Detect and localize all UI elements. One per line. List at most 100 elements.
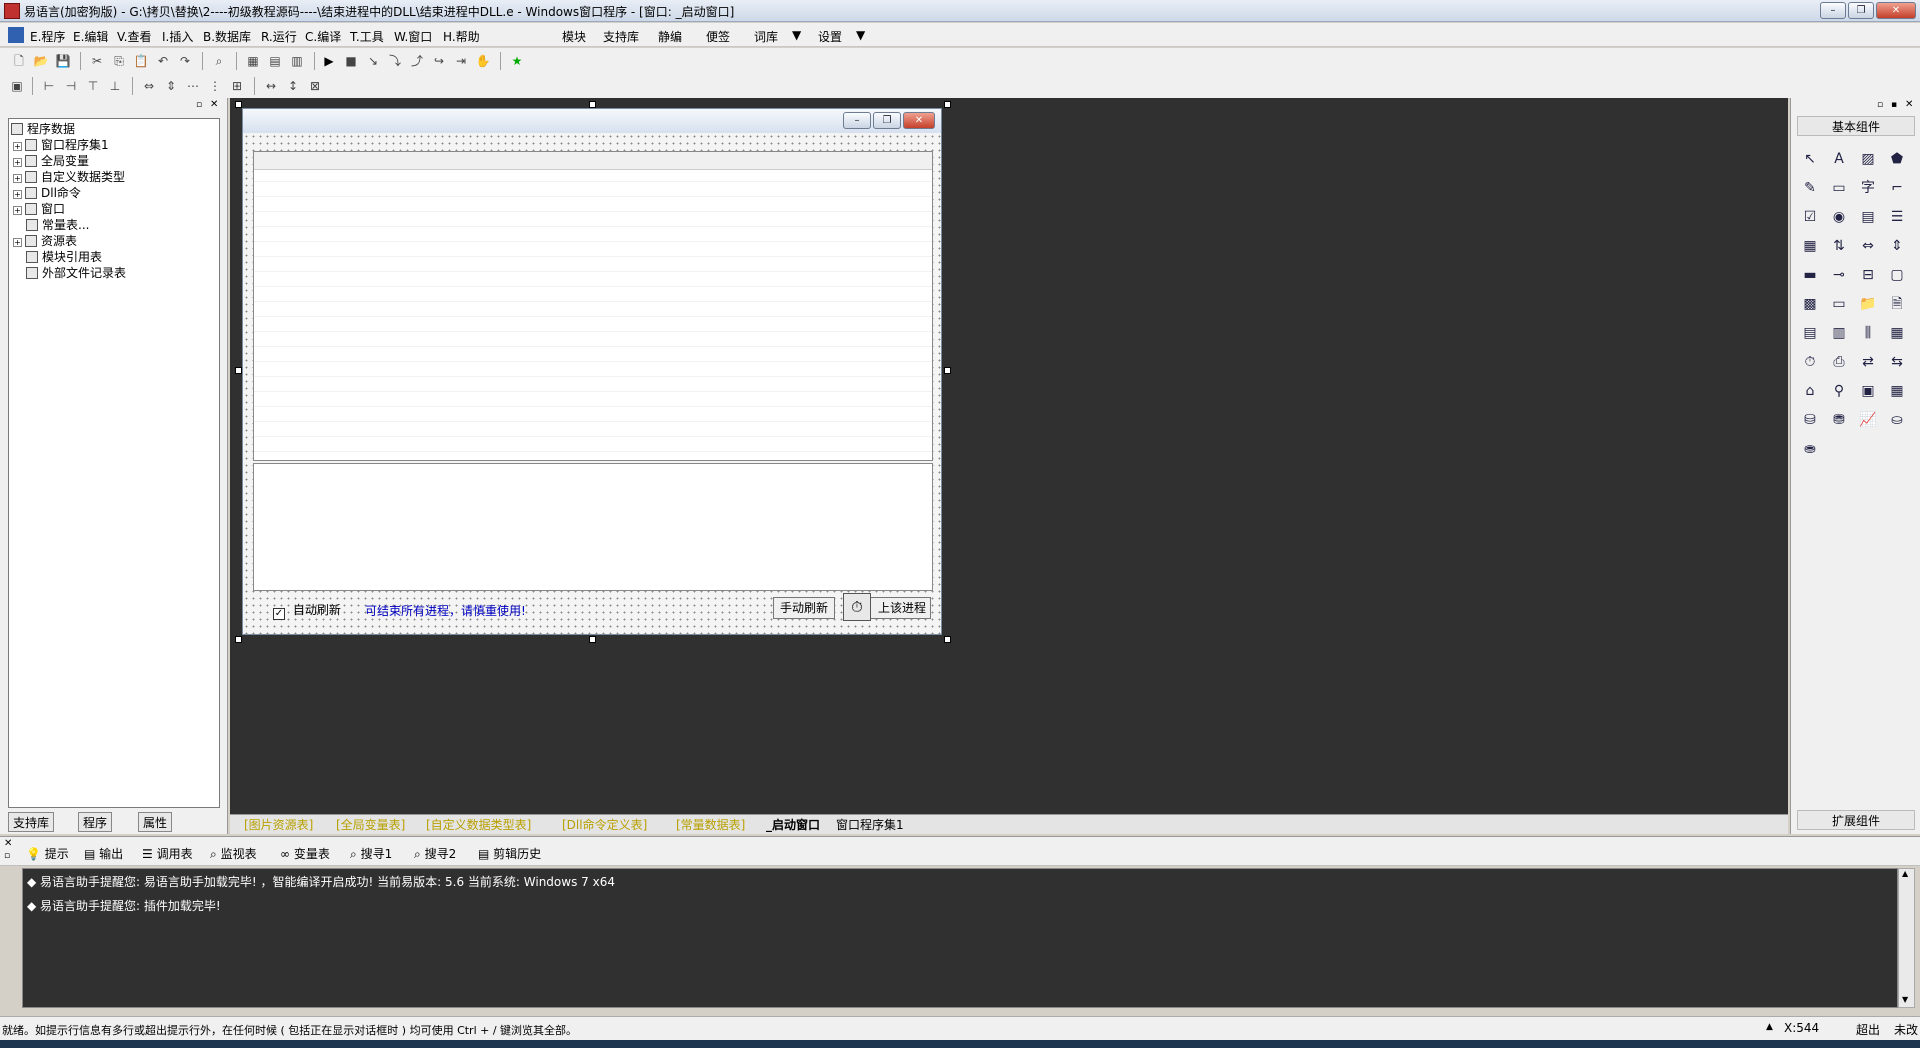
center-v-icon[interactable]: ⇕	[162, 77, 180, 95]
resize-handle[interactable]	[235, 101, 242, 108]
tab-program[interactable]: 程序	[78, 812, 113, 832]
menu-support-lib[interactable]: 支持库	[603, 28, 639, 45]
panel-restore-icon[interactable]: ▫	[196, 100, 202, 110]
menu-help[interactable]: H.帮助	[443, 28, 480, 45]
close-button[interactable]: ✕	[1876, 2, 1916, 19]
tab-custom-types[interactable]: [自定义数据类型表]	[426, 817, 531, 834]
menu-view[interactable]: V.查看	[117, 28, 151, 45]
combobox-icon[interactable]: ▤	[1857, 206, 1879, 228]
auto-refresh-checkbox[interactable]: ✓ 自动刷新	[273, 601, 341, 620]
thesaurus-dropdown-icon[interactable]: ▼	[792, 28, 801, 42]
checkbox-check-icon[interactable]: ✓	[273, 608, 285, 620]
tree-item[interactable]: + 窗口程序集1	[13, 137, 109, 153]
tree-item[interactable]: + Dll命令	[13, 185, 81, 201]
slider-icon[interactable]: ⊸	[1828, 264, 1850, 286]
extended-components-header[interactable]: 扩展组件	[1797, 810, 1915, 830]
layout2-icon[interactable]: ▤	[266, 52, 284, 70]
shape-icon[interactable]: ⬟	[1886, 148, 1908, 170]
tab-search2[interactable]: ⌕ 搜寻2	[414, 845, 456, 862]
resize-handle[interactable]	[944, 101, 951, 108]
tab-support-lib[interactable]: 支持库	[8, 812, 55, 832]
panel-restore-icon[interactable]: ▪	[1891, 100, 1897, 110]
output-scrollbar[interactable]: ▲ ▼	[1898, 868, 1915, 1008]
menu-static-compile[interactable]: 静编	[658, 28, 682, 45]
resize-handle[interactable]	[944, 367, 951, 374]
pointer-icon[interactable]: ↖	[1799, 148, 1821, 170]
step-out-icon[interactable]: ⤴	[408, 52, 426, 70]
menu-program[interactable]: E.程序	[30, 28, 65, 45]
undo-icon[interactable]: ↶	[154, 52, 172, 70]
output-pane[interactable]: ◆ 易语言助手提醒您: 易语言助手加载完毕! ，智能编译开启成功! 当前易版本:…	[22, 868, 1898, 1008]
menu-insert[interactable]: I.插入	[162, 28, 193, 45]
line-icon[interactable]: ⌐	[1886, 177, 1908, 199]
tree-item[interactable]: 外部文件记录表	[26, 265, 126, 281]
menu-settings[interactable]: 设置	[818, 28, 842, 45]
menu-tools[interactable]: T.工具	[350, 28, 384, 45]
tab-clip-history[interactable]: ▤ 剪辑历史	[478, 845, 541, 862]
toolbar-icon[interactable]: ▤	[1799, 322, 1821, 344]
assistant-icon[interactable]: ★	[508, 52, 526, 70]
panel-close-icon[interactable]: ✕	[1905, 99, 1913, 110]
open-file-icon[interactable]: 📂	[32, 52, 50, 70]
same-both-icon[interactable]: ⊠	[306, 77, 324, 95]
tab-watch[interactable]: ⌕ 监视表	[210, 845, 257, 862]
status-up-icon[interactable]: ▲	[1766, 1022, 1773, 1032]
align-left-icon[interactable]: ⊢	[40, 77, 58, 95]
tree-item[interactable]: + 窗口	[13, 201, 65, 217]
grid-table-icon[interactable]: ▦	[1886, 322, 1908, 344]
database-icon[interactable]: ⛁	[1799, 409, 1821, 431]
scroll-down-icon[interactable]: ▼	[1902, 995, 1908, 1004]
settings-dropdown-icon[interactable]: ▼	[856, 28, 865, 42]
date-icon[interactable]: ▭	[1828, 293, 1850, 315]
copy-icon[interactable]: ⎘	[110, 52, 128, 70]
new-file-icon[interactable]: 🗋	[10, 52, 28, 70]
checklist-icon[interactable]: ▦	[1799, 235, 1821, 257]
module-list[interactable]	[253, 463, 933, 591]
same-size-icon[interactable]: ⊞	[228, 77, 246, 95]
menu-window[interactable]: W.窗口	[394, 28, 432, 45]
tab-start-window[interactable]: _启动窗口	[766, 817, 820, 834]
progress-icon[interactable]: ▬	[1799, 264, 1821, 286]
calendar-icon[interactable]: ▩	[1799, 293, 1821, 315]
resize-handle[interactable]	[944, 636, 951, 643]
tree-item[interactable]: 程序数据	[11, 121, 75, 137]
groupbox-icon[interactable]: ▭	[1828, 177, 1850, 199]
network-icon[interactable]: ⇄	[1857, 351, 1879, 373]
stop-icon[interactable]: ■	[342, 52, 360, 70]
resize-handle[interactable]	[589, 101, 596, 108]
panel-close-icon[interactable]: ✕	[210, 99, 218, 110]
tree-item[interactable]: 常量表...	[26, 217, 89, 233]
tab-global-vars[interactable]: [全局变量表]	[336, 817, 405, 834]
listbox-icon[interactable]: ☰	[1886, 206, 1908, 228]
expand-icon[interactable]: +	[13, 238, 22, 247]
menu-edit[interactable]: E.编辑	[73, 28, 108, 45]
panel-pin-icon[interactable]: ▫	[1877, 100, 1883, 110]
process-list[interactable]	[253, 151, 933, 461]
space-h-icon[interactable]: ⋯	[184, 77, 202, 95]
expand-icon[interactable]: +	[13, 206, 22, 215]
tree-item[interactable]: + 自定义数据类型	[13, 169, 125, 185]
frame-icon[interactable]: ▢	[1886, 264, 1908, 286]
expand-icon[interactable]: +	[13, 158, 22, 167]
client-icon[interactable]: ⚲	[1828, 380, 1850, 402]
step-into-icon[interactable]: ⤵	[386, 52, 404, 70]
menu-module[interactable]: 模块	[562, 28, 586, 45]
label-icon[interactable]: A	[1828, 148, 1850, 170]
find-icon[interactable]: ⌕	[210, 52, 228, 70]
scroll-up-icon[interactable]: ▲	[1902, 869, 1908, 878]
file-icon[interactable]: 🗎	[1886, 293, 1908, 315]
resize-handle[interactable]	[589, 636, 596, 643]
expand-icon[interactable]: +	[13, 174, 22, 183]
folder-icon[interactable]: 📁	[1857, 293, 1879, 315]
expand-icon[interactable]: +	[13, 190, 22, 199]
menu-thesaurus[interactable]: 词库	[754, 28, 778, 45]
tab-constants[interactable]: [常量数据表]	[676, 817, 745, 834]
tab-image-resources[interactable]: [图片资源表]	[244, 817, 313, 834]
paste-icon[interactable]: 📋	[132, 52, 150, 70]
tab-output[interactable]: ▤ 输出	[84, 845, 123, 862]
expand-icon[interactable]: +	[13, 142, 22, 151]
run-to-cursor-icon[interactable]: ⇥	[452, 52, 470, 70]
redo-icon[interactable]: ↷	[176, 52, 194, 70]
run-icon[interactable]: ▶	[320, 52, 338, 70]
text-icon[interactable]: 字	[1857, 177, 1879, 199]
